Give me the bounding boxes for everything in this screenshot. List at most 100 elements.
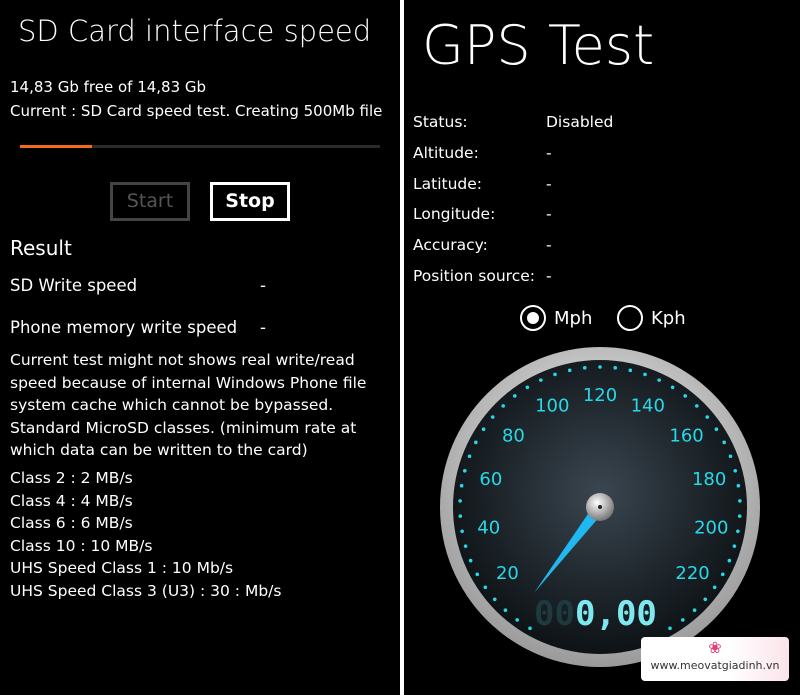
field-label: Longitude: [413, 205, 496, 224]
gauge-tick [733, 468, 738, 473]
speed-readout: 0,00 [575, 594, 657, 634]
mph-radio[interactable]: Mph [520, 305, 592, 331]
gauge-tick [712, 585, 717, 590]
gauge-label: 160 [669, 425, 703, 446]
gauge-tick [738, 499, 742, 503]
gauge-label: 100 [535, 396, 569, 417]
sd-write-value: - [260, 276, 266, 295]
gauge-tick [736, 529, 740, 534]
class-item: UHS Speed Class 1 : 10 Mb/s [10, 559, 234, 577]
gauge-tick [468, 558, 473, 563]
speedometer-gauge: 20 40 60 80 100 120 140160 180 200 220 00 0,00 [440, 347, 760, 667]
stop-button[interactable]: Stop [210, 182, 290, 221]
gauge-tick [481, 427, 486, 432]
current-status-text: Current : SD Card speed test. Creating 5… [10, 102, 383, 120]
gauge-label: 40 [477, 518, 500, 539]
gauge-tick [462, 468, 467, 473]
gauge-tick [483, 585, 488, 590]
field-label: Status: [413, 113, 468, 131]
gauge-tick [628, 368, 633, 373]
field-label: Altitude: [413, 143, 479, 162]
kph-radio[interactable]: Kph [617, 305, 686, 331]
gauge-tick [657, 378, 661, 382]
gauge-label: 120 [583, 385, 617, 406]
gauge-tick [737, 514, 742, 518]
radio-circle-icon [617, 305, 643, 331]
sd-card-panel: SD Card interface speed 14,83 Gb free of… [0, 0, 400, 695]
gauge-tick [492, 597, 497, 602]
radio-circle-icon [520, 305, 546, 331]
gauge-tick [463, 544, 468, 548]
gauge-tick [553, 372, 557, 377]
field-value: - [546, 205, 552, 224]
sd-write-label: SD Write speed [10, 276, 138, 295]
gauge-tick [582, 366, 587, 370]
gauge-tick [643, 372, 647, 377]
readout-dim: 00 [534, 594, 575, 634]
class-list: Class 2 : 2 MB/s Class 4 : 4 MB/s Class … [10, 467, 281, 602]
gauge-label: 80 [502, 425, 525, 446]
gauge-tick [736, 483, 741, 488]
gauge-tick [475, 572, 480, 577]
result-heading: Result [10, 236, 72, 260]
page-title: SD Card interface speed [18, 14, 372, 48]
field-label: Latitude: [413, 174, 483, 193]
progress-fill [20, 145, 92, 148]
gauge-tick [728, 454, 733, 459]
gauge-tick [567, 368, 572, 373]
gauge-tick [525, 385, 530, 390]
gauge-tick [503, 608, 508, 613]
field-value: Disabled [546, 113, 614, 131]
gauge-tick [680, 618, 685, 622]
gauge-tick [528, 626, 532, 631]
field-value: - [546, 174, 552, 193]
gauge-tick [501, 404, 505, 408]
gauge-tick [705, 415, 710, 419]
gauge-label: 20 [496, 563, 519, 584]
gauge-tick [598, 365, 602, 369]
gauge-tick [720, 572, 725, 577]
gauge-tick [722, 440, 726, 445]
gauge-tick [458, 514, 463, 518]
note-text: Current test might not shows real write/… [10, 351, 367, 459]
gauge-tick [668, 626, 672, 631]
class-item: Class 4 : 4 MB/s [10, 491, 133, 510]
class-item: Class 10 : 10 MB/s [10, 536, 153, 555]
mph-label: Mph [554, 307, 593, 329]
watermark-logo: ❀ www.meovatgiadinh.vn [641, 637, 789, 681]
gauge-label: 60 [479, 469, 502, 490]
class-item: UHS Speed Class 3 (U3) : 30 : Mb/s [10, 581, 282, 600]
field-label: Position source: [413, 267, 535, 285]
class-item: Class 6 : 6 MB/s [10, 514, 133, 532]
gauge-tick [515, 618, 520, 622]
gauge-tick [714, 427, 719, 432]
phone-write-value: - [260, 318, 266, 337]
gauge-label: 200 [694, 518, 728, 539]
gauge-tick [474, 440, 478, 445]
field-value: - [546, 236, 552, 255]
gps-panel: GPS Test Status: Disabled Altitude: - Latitu… [404, 0, 800, 695]
gauge-tick [670, 385, 675, 390]
gauge-tick [458, 499, 462, 503]
gauge-tick [490, 415, 495, 419]
free-space-text: 14,83 Gb free of 14,83 Gb [10, 78, 207, 96]
gauge-tick [512, 394, 517, 398]
field-value: - [546, 143, 552, 162]
kph-label: Kph [651, 307, 686, 329]
field-label: Accuracy: [413, 236, 488, 255]
gauge-label: 140 [631, 396, 665, 417]
start-button[interactable]: Start [110, 182, 190, 221]
gauge-tick [692, 608, 697, 613]
gauge-label: 220 [675, 563, 709, 584]
phone-write-label: Phone memory write speed [10, 318, 238, 337]
gauge-tick [467, 454, 472, 459]
class-item: Class 2 : 2 MB/s [10, 469, 133, 487]
gauge-tick [613, 366, 618, 370]
gauge-tick [703, 597, 708, 602]
gauge-tick [459, 483, 464, 488]
field-value: - [546, 267, 552, 285]
watermark-text: www.meovatgiadinh.vn [650, 659, 780, 672]
gauge-tick [727, 558, 732, 563]
gauge-tick [460, 529, 464, 534]
gauge-label: 180 [692, 469, 726, 490]
